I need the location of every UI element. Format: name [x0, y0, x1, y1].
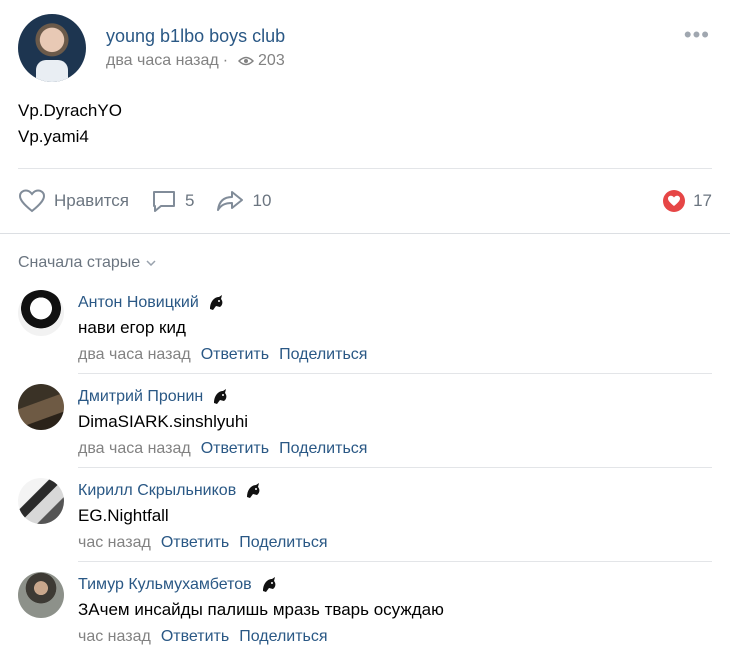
post-header: young b1lbo boys club два часа назад · 2…	[18, 14, 718, 84]
like-label: Нравится	[54, 191, 130, 210]
share-arrow-icon	[217, 191, 244, 211]
share-link[interactable]: Поделиться	[279, 440, 367, 458]
divider	[78, 373, 712, 374]
team-badge-icon	[209, 295, 223, 310]
comment-meta: два часа назад Ответить Поделиться	[78, 440, 367, 458]
comments-count: 5	[185, 191, 195, 210]
team-badge-icon	[262, 577, 276, 592]
commenter-avatar[interactable]	[18, 290, 64, 336]
reply-link[interactable]: Ответить	[201, 440, 269, 458]
commenter-avatar[interactable]	[18, 572, 64, 618]
heart-icon	[18, 189, 46, 213]
comment-author[interactable]: Дмитрий Пронин	[78, 388, 229, 406]
sort-label: Сначала старые	[18, 254, 141, 271]
reply-link[interactable]: Ответить	[201, 346, 269, 364]
divider	[18, 168, 712, 169]
author-name: Кирилл Скрыльников	[78, 482, 237, 499]
group-name[interactable]: young b1lbo boys club	[106, 26, 285, 47]
comment-meta: час назад Ответить Поделиться	[78, 534, 328, 552]
comment-author[interactable]: Антон Новицкий	[78, 294, 225, 312]
divider	[78, 561, 712, 562]
comment-author[interactable]: Тимур Кульмухамбетов	[78, 576, 278, 594]
share-button[interactable]: 10	[216, 189, 271, 213]
comment-time[interactable]: час назад	[78, 534, 151, 552]
comment-meta: час назад Ответить Поделиться	[78, 628, 328, 646]
post-text-line: Vp.yami4	[18, 127, 89, 146]
team-badge-icon	[247, 483, 260, 498]
reply-link[interactable]: Ответить	[161, 628, 229, 646]
author-name: Антон Новицкий	[78, 294, 199, 311]
group-avatar[interactable]	[18, 14, 86, 82]
post-actions: Нравится 5 10 17	[18, 184, 712, 218]
comment-time[interactable]: два часа назад	[78, 346, 191, 364]
comment-text: EG.Nightfall	[78, 506, 169, 525]
like-button[interactable]: Нравится	[18, 189, 129, 213]
reactions-count: 17	[693, 191, 712, 210]
author-name: Дмитрий Пронин	[78, 388, 204, 405]
views-count: 203	[258, 52, 285, 69]
post-text-line: Vp.DyrachYO	[18, 101, 122, 120]
reply-link[interactable]: Ответить	[161, 534, 229, 552]
post-meta: два часа назад · 203	[106, 52, 285, 70]
comments-sort-dropdown[interactable]: Сначала старые	[18, 254, 156, 272]
comment-text: нави егор кид	[78, 318, 186, 337]
post-text: Vp.DyrachYO Vp.yami4	[18, 98, 122, 150]
post-time[interactable]: два часа назад	[106, 52, 219, 70]
share-link[interactable]: Поделиться	[239, 534, 327, 552]
shares-count: 10	[252, 191, 272, 210]
divider	[0, 233, 730, 234]
chevron-down-icon	[146, 260, 156, 266]
share-link[interactable]: Поделиться	[279, 346, 367, 364]
comment-text: ЗАчем инсайды палишь мразь тварь осуждаю	[78, 600, 444, 619]
comment-text: DimaSIARK.sinshlyuhi	[78, 412, 249, 431]
share-link[interactable]: Поделиться	[239, 628, 327, 646]
comment-author[interactable]: Кирилл Скрыльников	[78, 482, 262, 500]
commenter-avatar[interactable]	[18, 384, 64, 430]
divider	[78, 467, 712, 468]
commenter-avatar[interactable]	[18, 478, 64, 524]
reactions-summary[interactable]: 17	[663, 190, 712, 212]
comment-button[interactable]: 5	[151, 189, 194, 213]
eye-icon	[238, 56, 255, 66]
meta-separator: ·	[222, 52, 229, 69]
comment-time[interactable]: два часа назад	[78, 440, 191, 458]
reaction-heart-icon	[663, 190, 686, 212]
comment-icon	[153, 191, 176, 212]
more-options-icon[interactable]: •••	[684, 24, 710, 46]
team-badge-icon	[214, 389, 227, 404]
author-name: Тимур Кульмухамбетов	[78, 576, 252, 593]
comment-meta: два часа назад Ответить Поделиться	[78, 346, 367, 364]
comment-time[interactable]: час назад	[78, 628, 151, 646]
